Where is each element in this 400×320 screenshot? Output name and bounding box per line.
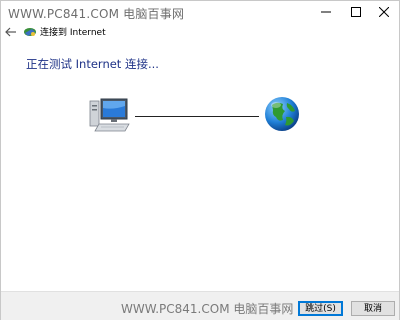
back-arrow-icon — [5, 27, 16, 37]
maximize-button[interactable] — [341, 1, 371, 23]
computer-icon — [89, 98, 130, 132]
minimize-button[interactable] — [311, 1, 341, 23]
status-heading: 正在测试 Internet 连接... — [26, 57, 159, 71]
navigation-bar: 连接到 Internet — [1, 23, 399, 43]
dialog-footer: WWW.PC841.COM 电脑百事网 跳过(S) 取消 — [1, 291, 399, 320]
title-bar: WWW.PC841.COM 电脑百事网 — [1, 1, 399, 25]
network-connection-icon — [24, 28, 36, 36]
back-button[interactable] — [3, 24, 19, 40]
connect-to-internet-dialog: WWW.PC841.COM 电脑百事网 连接到 Internet 正在测试 In… — [0, 0, 400, 320]
close-icon — [379, 7, 389, 17]
cancel-button[interactable]: 取消 — [351, 301, 395, 316]
maximize-icon — [351, 7, 361, 17]
close-button[interactable] — [369, 1, 399, 23]
globe-icon — [265, 97, 299, 131]
minimize-icon — [321, 11, 331, 13]
watermark-bottom: WWW.PC841.COM 电脑百事网 — [121, 302, 294, 316]
dialog-title: 连接到 Internet — [40, 28, 106, 38]
watermark-top: WWW.PC841.COM 电脑百事网 — [8, 7, 185, 21]
skip-button[interactable]: 跳过(S) — [298, 301, 343, 316]
connection-line — [135, 116, 259, 117]
